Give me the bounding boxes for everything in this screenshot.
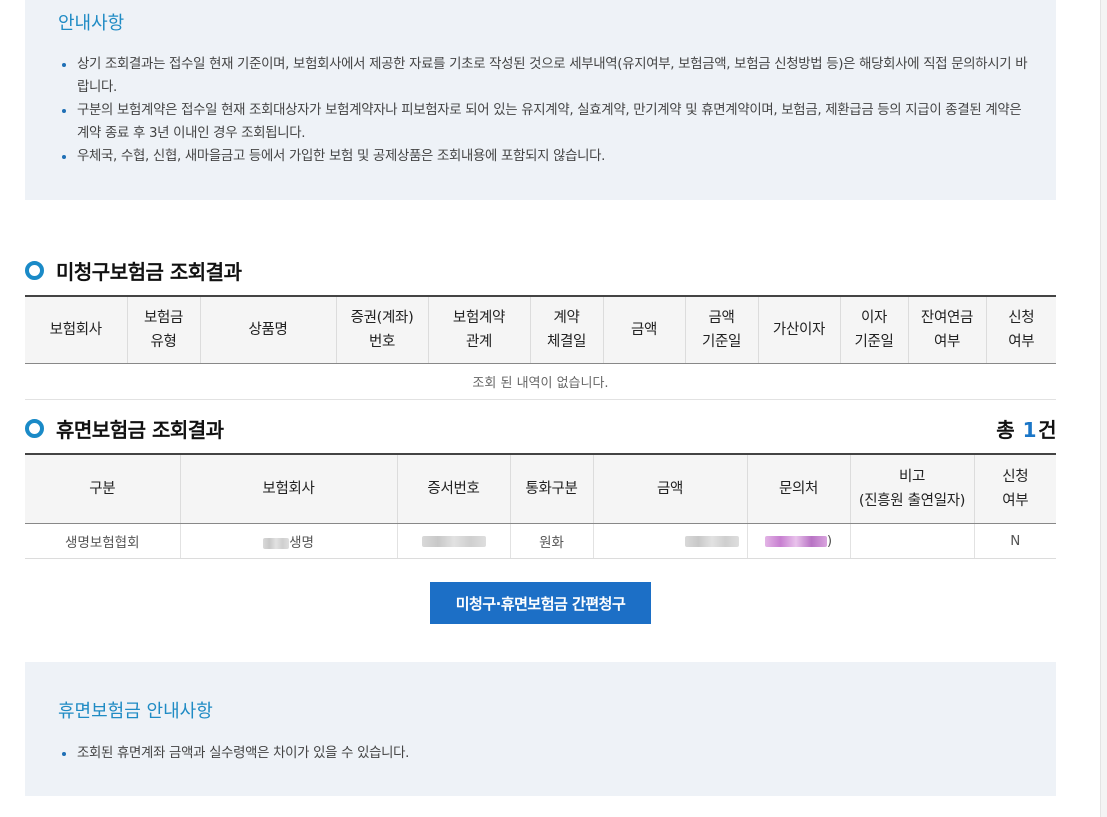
dormant-title-text: 휴면보험금 조회결과 [56,418,224,442]
dormant-notice-title: 휴면보험금 안내사항 [58,701,213,722]
col-header-note: 비고 (진흥원 출연일자) [850,454,975,524]
col-header-amount: 금액 [603,296,686,364]
notice-panel: 안내사항 상기 조회결과는 접수일 현재 기준이며, 보험회사에서 제공한 자료… [25,0,1056,200]
circle-bullet-icon [25,419,44,438]
col-header-certificate-no: 증서번호 [397,454,511,524]
cell-currency: 원화 [510,523,594,559]
cell-category: 생명보험협회 [25,523,181,559]
dormant-result-table: 구분 보험회사 증서번호 통화구분 금액 문의처 비고 (진흥원 출연일자) 신청… [25,453,1056,559]
col-header-contact: 문의처 [747,454,851,524]
col-header-contract-date: 계약 체결일 [530,296,604,364]
empty-message: 조회 된 내역이 없습니다. [25,363,1056,400]
col-header-relation: 보험계약 관계 [428,296,531,364]
table-header-row: 구분 보험회사 증서번호 통화구분 금액 문의처 비고 (진흥원 출연일자) 신청… [25,454,1056,524]
col-header-amount-date: 금액 기준일 [685,296,759,364]
col-header-claim-type: 보험금 유형 [127,296,201,364]
cell-note [850,523,975,559]
cell-contact: ) [747,523,851,559]
notice-list: 상기 조회결과는 접수일 현재 기준이며, 보험회사에서 제공한 자료를 기초로… [61,53,1031,168]
total-count-number: 1 [1022,418,1037,442]
table-row: 생명보험협회 생명 원화 ) N [25,523,1056,559]
col-header-company: 보험회사 [25,296,128,364]
dormant-notice-panel: 휴면보험금 안내사항 조회된 휴면계좌 금액과 실수령액은 차이가 있을 수 있… [25,662,1056,796]
notice-title: 안내사항 [58,13,125,34]
table-header-row: 보험회사 보험금 유형 상품명 증권(계좌) 번호 보험계약 관계 계약 체결일 금액 … [25,296,1056,364]
cell-company: 생명 [180,523,398,559]
notice-item: 구분의 보험계약은 접수일 현재 조회대상자가 보험계약자나 피보험자로 되어 … [61,99,1031,145]
col-header-interest: 가산이자 [758,296,841,364]
notice-item: 상기 조회결과는 접수일 현재 기준이며, 보험회사에서 제공한 자료를 기초로… [61,53,1031,99]
col-header-currency: 통화구분 [510,454,594,524]
empty-row: 조회 된 내역이 없습니다. [25,363,1056,400]
col-header-annuity: 잔여연금 여부 [908,296,987,364]
masked-company-name [263,537,290,549]
notice-item: 조회된 휴면계좌 금액과 실수령액은 차이가 있을 수 있습니다. [61,742,1031,765]
unclaimed-section-title: 미청구보험금 조회결과 [25,256,242,285]
masked-certificate-no [421,535,486,547]
masked-contact [764,535,827,547]
unclaimed-title-text: 미청구보험금 조회결과 [56,260,242,284]
col-header-product: 상품명 [200,296,337,364]
dormant-section-title: 휴면보험금 조회결과 [25,414,224,443]
page-scrollbar[interactable] [1100,0,1107,817]
col-header-policy-no: 증권(계좌) 번호 [336,296,429,364]
col-header-applied: 신청 여부 [986,296,1056,364]
cell-amount [593,523,748,559]
col-header-applied: 신청 여부 [974,454,1056,524]
col-header-amount: 금액 [593,454,748,524]
col-header-category: 구분 [25,454,181,524]
circle-bullet-icon [25,261,44,280]
col-header-interest-date: 이자 기준일 [840,296,909,364]
total-count: 총 1건 [996,418,1056,442]
easy-claim-button[interactable]: 미청구·휴면보험금 간편청구 [430,582,651,624]
masked-amount [684,535,739,547]
cell-applied: N [974,523,1056,559]
unclaimed-result-table: 보험회사 보험금 유형 상품명 증권(계좌) 번호 보험계약 관계 계약 체결일 금액 … [25,295,1056,400]
dormant-notice-list: 조회된 휴면계좌 금액과 실수령액은 차이가 있을 수 있습니다. [61,742,1031,765]
col-header-company: 보험회사 [180,454,398,524]
notice-item: 우체국, 수협, 신협, 새마을금고 등에서 가입한 보험 및 공제상품은 조회… [61,145,1031,168]
cell-certificate-no [397,523,511,559]
